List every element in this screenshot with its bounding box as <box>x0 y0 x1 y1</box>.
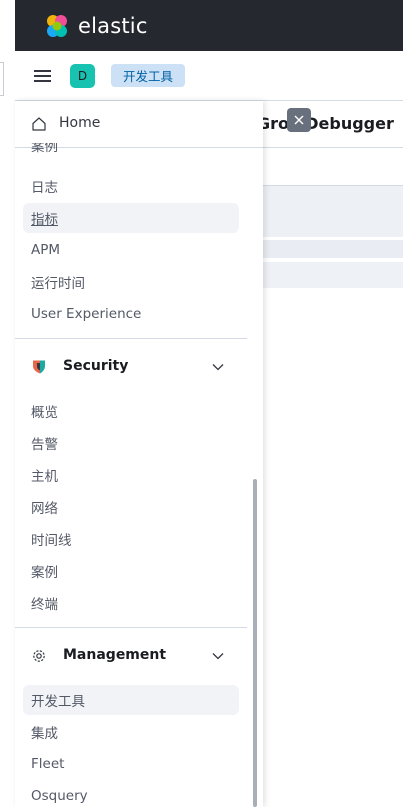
nav-item-uptime[interactable]: 运行时间 <box>23 267 239 297</box>
nav-item-cases-partial[interactable]: 案例 <box>23 143 239 157</box>
nav-item-user-experience[interactable]: User Experience <box>23 299 239 329</box>
nav-home[interactable]: Home <box>15 101 263 148</box>
nav-item-network[interactable]: 网络 <box>23 492 239 522</box>
hamburger-line <box>34 75 51 77</box>
nav-item-alerts[interactable]: 告警 <box>23 428 239 458</box>
page-title: Grok Debugger <box>257 114 394 133</box>
section-divider <box>15 627 247 628</box>
nav-item-timelines[interactable]: 时间线 <box>23 524 239 554</box>
menu-toggle-button[interactable] <box>34 69 52 83</box>
nav-home-label: Home <box>59 115 101 131</box>
page-panel <box>263 186 403 237</box>
nav-item-apm[interactable]: APM <box>23 235 239 265</box>
nav-scrollbar[interactable] <box>253 479 257 807</box>
nav-item-metrics[interactable]: 指标 <box>23 203 239 233</box>
nav-item-dev-tools[interactable]: 开发工具 <box>23 685 239 715</box>
section-management[interactable]: Management <box>15 639 247 673</box>
nav-item-cases[interactable]: 案例 <box>23 556 239 586</box>
page-panel <box>263 240 403 258</box>
breadcrumb-bar: D 开发工具 <box>15 51 403 101</box>
home-icon <box>32 117 46 131</box>
nav-item-fleet[interactable]: Fleet <box>23 749 239 779</box>
divider <box>263 147 403 148</box>
close-nav-button[interactable] <box>287 108 311 132</box>
section-security[interactable]: Security <box>15 350 247 384</box>
elastic-brand[interactable]: elastic <box>44 13 148 39</box>
nav-item-logs[interactable]: 日志 <box>23 171 239 201</box>
left-frame-edge <box>0 62 4 96</box>
section-management-label: Management <box>63 647 167 663</box>
space-avatar[interactable]: D <box>70 64 95 88</box>
chevron-down-icon[interactable] <box>211 360 225 374</box>
elastic-logo-icon <box>47 15 67 37</box>
hamburger-line <box>34 70 51 72</box>
section-security-label: Security <box>63 358 129 374</box>
nav-item-overview[interactable]: 概览 <box>23 396 239 426</box>
section-divider <box>15 338 247 339</box>
page-panel <box>263 262 403 288</box>
breadcrumb-dev-tools[interactable]: 开发工具 <box>111 64 186 87</box>
top-header: elastic <box>15 0 403 51</box>
left-page-strip <box>0 0 15 807</box>
gear-icon <box>33 650 45 662</box>
hamburger-line <box>34 80 51 82</box>
nav-drawer: Home 案例 日志 指标 APM 运行时间 User Experience S… <box>15 101 263 807</box>
nav-item-integrations[interactable]: 集成 <box>23 717 239 747</box>
close-icon <box>294 115 304 125</box>
nav-item-hosts[interactable]: 主机 <box>23 460 239 490</box>
security-shield-icon <box>33 360 45 374</box>
brand-name: elastic <box>78 14 148 38</box>
nav-item-osquery[interactable]: Osquery <box>23 781 239 807</box>
nav-item-endpoints[interactable]: 终端 <box>23 588 239 618</box>
chevron-down-icon[interactable] <box>211 649 225 663</box>
